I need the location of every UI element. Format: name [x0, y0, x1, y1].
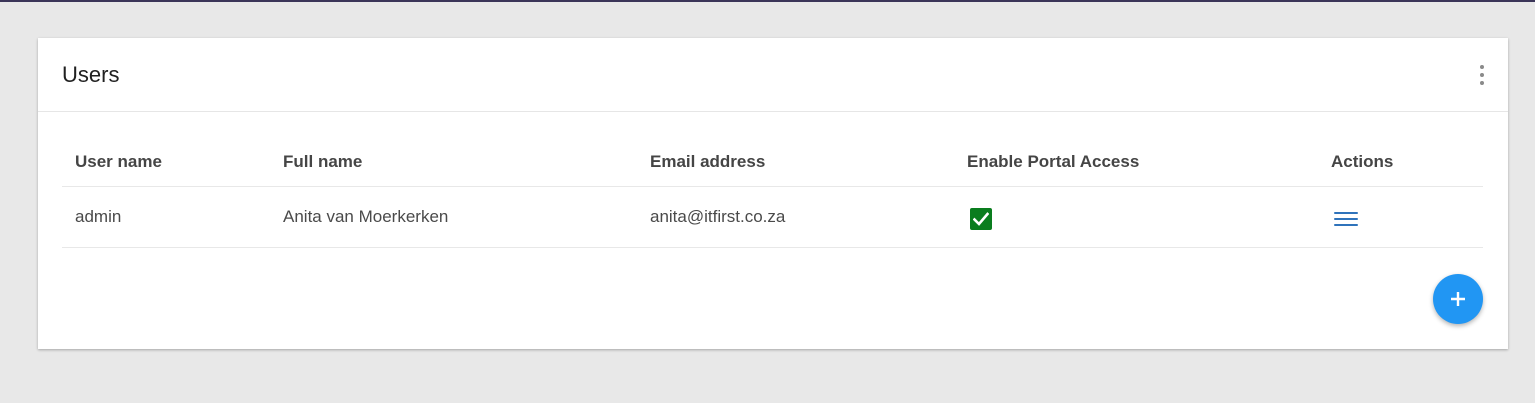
- cell-user-name: admin: [75, 207, 122, 226]
- users-table: User name Full name Email address Enable…: [62, 137, 1483, 248]
- plus-icon: [1451, 292, 1465, 306]
- cell-portal-access: [967, 187, 992, 247]
- table-header-row: User name Full name Email address Enable…: [62, 137, 1483, 187]
- table-row: admin Anita van Moerkerken anita@itfirst…: [62, 187, 1483, 248]
- hamburger-menu-icon[interactable]: [1334, 210, 1360, 228]
- column-header-user-name[interactable]: User name: [75, 137, 162, 186]
- column-header-actions: Actions: [1331, 151, 1394, 171]
- add-user-button[interactable]: [1433, 274, 1483, 324]
- cell-email: anita@itfirst.co.za: [650, 207, 786, 226]
- cell-actions: [1331, 187, 1360, 247]
- more-vert-icon[interactable]: [1476, 65, 1488, 85]
- checkmark-icon: [973, 212, 989, 226]
- users-card: Users User name Full name Email address …: [38, 38, 1508, 349]
- column-header-full-name[interactable]: Full name: [283, 137, 362, 186]
- portal-access-checkbox[interactable]: [970, 208, 992, 230]
- cell-full-name: Anita van Moerkerken: [283, 207, 449, 226]
- card-title: Users: [62, 62, 120, 87]
- column-header-portal-access[interactable]: Enable Portal Access: [967, 137, 1139, 186]
- card-header: Users: [38, 38, 1508, 112]
- top-bar-edge: [0, 0, 1535, 2]
- column-header-email[interactable]: Email address: [650, 137, 765, 186]
